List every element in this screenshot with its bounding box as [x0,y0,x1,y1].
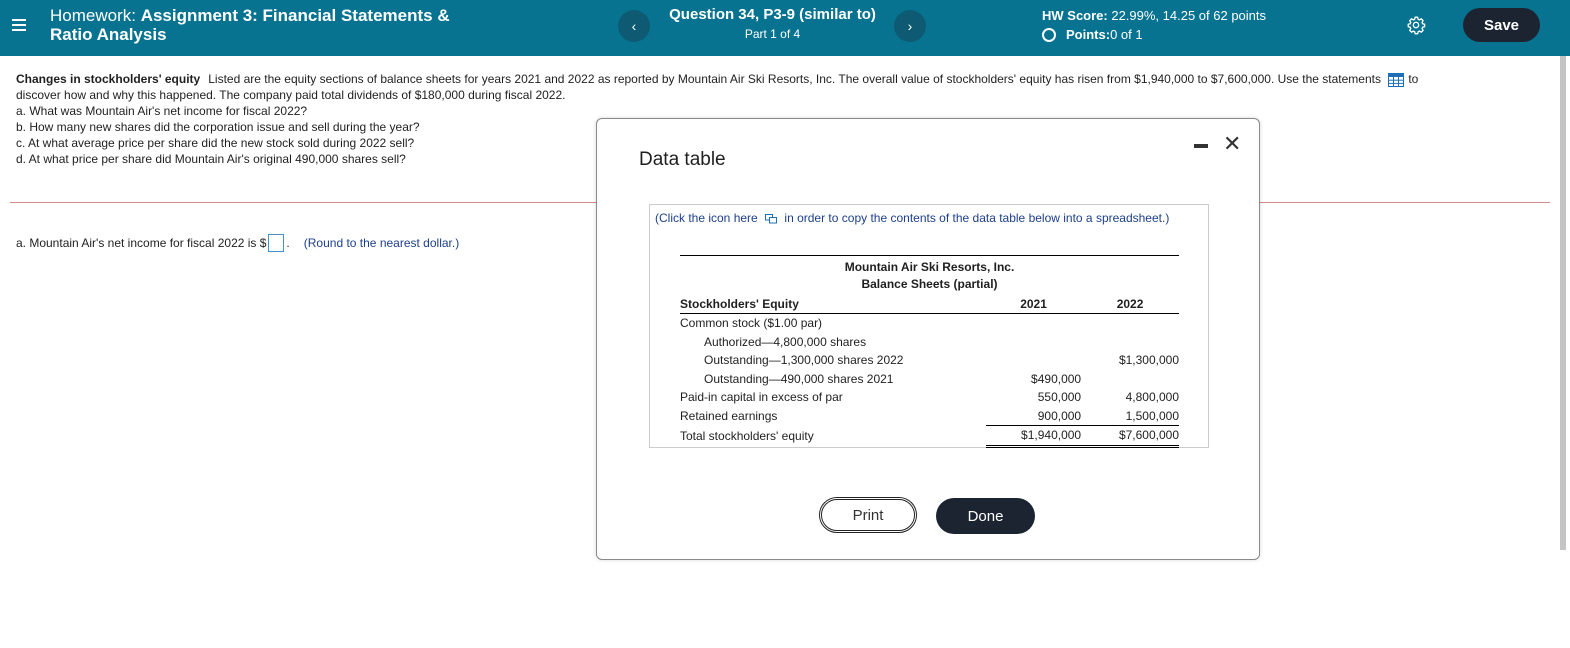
question-body-line2: discover how and why this happened. The … [16,88,566,102]
row-label: Paid-in capital in excess of par [680,390,843,404]
homework-name-line2: Ratio Analysis [50,25,167,44]
balance-sheet-top-rule [680,255,1179,256]
points-circle-icon [1042,27,1056,42]
homework-title: Homework: Assignment 3: Financial Statem… [50,6,510,44]
value-2022: 1,500,000 [1081,406,1179,426]
balance-sheet-heading: Mountain Air Ski Resorts, Inc. Balance S… [680,259,1179,293]
print-button[interactable]: Print [819,497,917,533]
value-2022: $1,300,000 [1118,353,1179,367]
previous-question-button[interactable]: ‹ [618,10,650,42]
table-header-row: Stockholders' Equity 2021 2022 [680,295,1179,314]
done-button[interactable]: Done [936,498,1035,534]
chevron-left-icon: ‹ [631,18,637,34]
copy-note-before: (Click the icon here [655,211,758,225]
value-2021: $490,000 [1031,371,1082,386]
homework-prefix: Homework: [50,6,141,25]
value-2022 [1081,370,1179,389]
column-header-label: Stockholders' Equity [680,295,987,314]
value-2021: $1,940,000 [986,425,1082,448]
table-row-total: Total stockholders' equity $1,940,000 $7… [680,425,1179,448]
row-label: Outstanding—490,000 shares 2021 [704,371,894,386]
value-2021 [986,351,1081,370]
next-question-button[interactable]: › [894,10,926,42]
value-2021 [986,314,1081,333]
dialog-title: Data table [639,149,726,170]
minimize-icon[interactable] [1194,144,1208,148]
chevron-right-icon: › [907,18,913,34]
data-table-container: (Click the icon here in order to copy th… [649,204,1209,448]
copy-note: (Click the icon here in order to copy th… [655,210,1175,226]
balance-sheet: Mountain Air Ski Resorts, Inc. Balance S… [680,255,1179,448]
column-header-2022: 2022 [1081,295,1179,314]
data-table-dialog: Data table ✕ (Click the icon here in ord… [596,118,1260,560]
save-button[interactable]: Save [1463,8,1540,42]
menu-icon[interactable] [12,16,26,32]
table-row: Outstanding—490,000 shares 2021 $490,000 [680,370,1179,389]
close-icon[interactable]: ✕ [1223,131,1241,157]
question-lead: Changes in stockholders' equity [16,72,201,86]
row-label: Outstanding—1,300,000 shares 2022 [704,353,904,367]
question-body: Listed are the equity sections of balanc… [208,72,1381,86]
answer-a-row: a. Mountain Air's net income for fiscal … [16,234,459,252]
hw-score-value: 22.99%, 14.25 of 62 points [1107,8,1267,23]
row-label: Retained earnings [680,408,778,423]
question-part: Part 1 of 4 [744,27,801,41]
value-2022: 4,800,000 [1125,390,1179,404]
statement-name: Balance Sheets (partial) [861,277,998,291]
hw-score-label: HW Score: [1042,8,1108,23]
value-2022 [1081,333,1179,352]
company-name: Mountain Air Ski Resorts, Inc. [844,260,1015,274]
value-2021 [986,333,1081,352]
homework-name: Assignment 3: Financial Statements & [140,6,450,25]
value-2022 [1081,314,1179,333]
data-table-icon[interactable] [1388,72,1405,87]
question-title: Question 34, P3-9 (similar to) Part 1 of… [655,6,890,41]
row-label: Authorized—4,800,000 shares [704,334,867,349]
score-panel: HW Score: 22.99%, 14.25 of 62 points Poi… [1042,8,1266,42]
row-label: Common stock ($1.00 par) [680,316,823,330]
table-row: Retained earnings 900,000 1,500,000 [680,406,1179,426]
points-label: Points: [1066,27,1111,42]
question-number: Question 34, P3-9 (similar to) [669,6,876,23]
settings-gear-icon[interactable] [1406,15,1426,35]
copy-to-spreadsheet-icon[interactable] [765,213,778,224]
value-2021: 550,000 [1037,390,1082,404]
round-hint: (Round to the nearest dollar.) [303,236,460,250]
question-item-a: a. What was Mountain Air's net income fo… [16,104,308,118]
answer-a-prefix: a. Mountain Air's net income for fiscal … [16,236,267,250]
question-body-after-icon: to [1408,72,1419,86]
page-scrollbar[interactable] [1560,56,1566,550]
column-header-2021: 2021 [986,295,1082,314]
top-bar: Homework: Assignment 3: Financial Statem… [0,0,1570,56]
value-2021: 900,000 [986,406,1082,426]
table-row: Outstanding—1,300,000 shares 2022 $1,300… [680,351,1179,370]
net-income-input[interactable] [268,234,285,252]
equity-table: Stockholders' Equity 2021 2022 Common st… [680,295,1179,448]
value-2022: $7,600,000 [1081,425,1179,448]
table-row: Common stock ($1.00 par) [680,314,1179,333]
table-row: Authorized—4,800,000 shares [680,333,1179,352]
copy-note-after: in order to copy the contents of the dat… [784,211,1170,225]
answer-a-suffix: . [286,236,290,250]
table-row: Paid-in capital in excess of par 550,000… [680,388,1179,407]
points-value: 0 of 1 [1110,27,1143,42]
row-label: Total stockholders' equity [680,428,814,443]
